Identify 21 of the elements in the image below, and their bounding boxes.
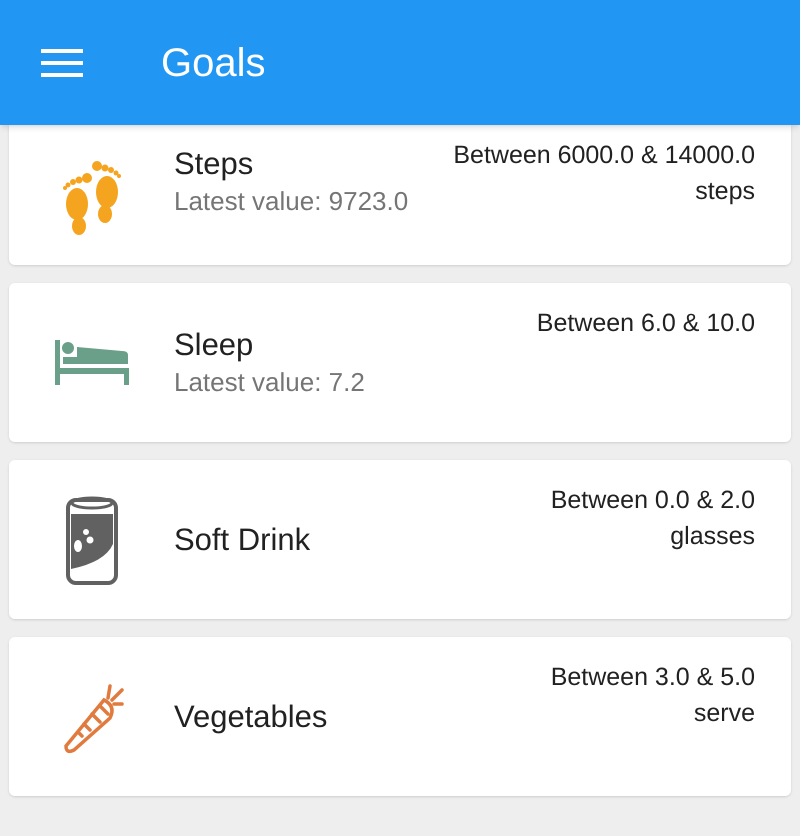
goal-range: Between 6000.0 & 14000.0 [453,140,755,171]
goal-card[interactable]: Sleep Latest value: 7.2 Between 6.0 & 10.0 [9,283,791,442]
goal-unit: steps [695,176,755,207]
bed-icon [54,340,128,385]
goal-card[interactable]: Steps Latest value: 9723.0 Between 6000.0 & 14000.0 steps [9,125,791,265]
goal-range: Between 0.0 & 2.0 [550,485,755,516]
latest-value: Latest value: 9723.0 [174,185,410,218]
goal-card[interactable]: Soft Drink Between 0.0 & 2.0 glasses [9,460,791,619]
goal-title: Steps [174,145,254,183]
goal-card[interactable]: Vegetables Between 3.0 & 5.0 serve [9,637,791,796]
goal-range: Between 6.0 & 10.0 [536,308,755,339]
goal-title: Soft Drink [174,520,312,558]
goal-unit: serve [694,698,755,729]
menu-icon[interactable] [41,48,83,76]
soda-can-icon [64,494,118,586]
goal-range: Between 3.0 & 5.0 [550,662,755,693]
goal-title: Vegetables [174,698,328,736]
app-title: Goals [161,42,266,82]
latest-value: Latest value: 7.2 [174,366,366,398]
goal-title: Sleep [174,326,254,364]
goal-unit: glasses [670,521,755,552]
